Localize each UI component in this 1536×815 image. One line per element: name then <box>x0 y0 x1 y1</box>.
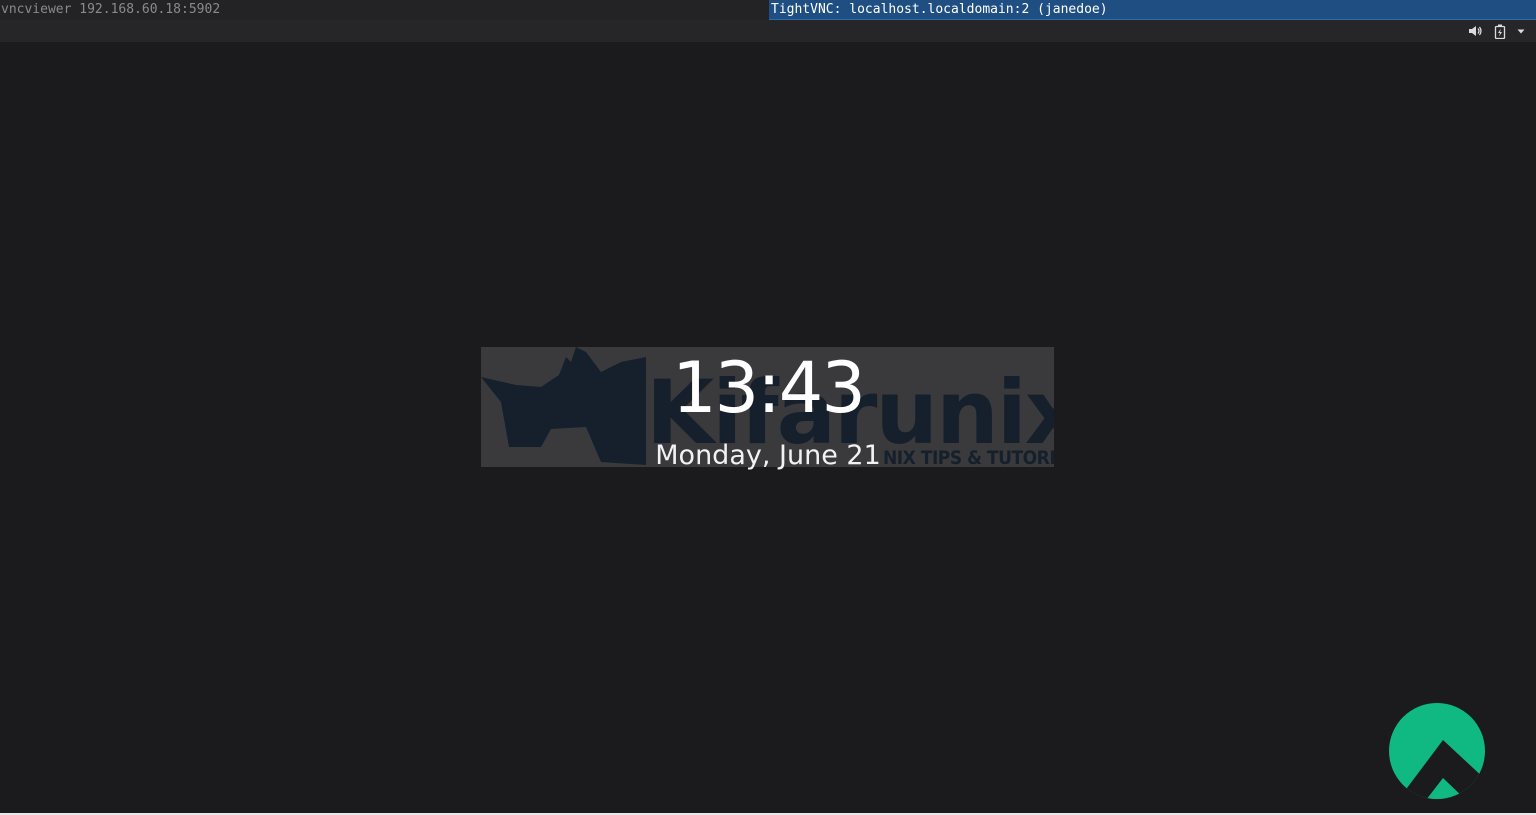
terminal-command-title: vncviewer 192.168.60.18:5902 <box>1 2 221 17</box>
rocky-linux-logo-icon <box>1388 702 1486 800</box>
lock-screen-clock: 13:43 <box>672 347 866 429</box>
lock-screen-date: Monday, June 21 <box>655 440 881 471</box>
dropdown-arrow-icon[interactable] <box>1516 26 1526 36</box>
vnc-title-bar: vncviewer 192.168.60.18:5902 TightVNC: l… <box>0 0 1536 20</box>
battery-icon <box>1494 24 1506 39</box>
vnc-window-title[interactable]: TightVNC: localhost.localdomain:2 (janed… <box>769 0 1536 20</box>
gnome-top-bar <box>0 20 1536 42</box>
volume-icon <box>1468 24 1482 38</box>
system-status-menu[interactable] <box>1468 23 1526 39</box>
